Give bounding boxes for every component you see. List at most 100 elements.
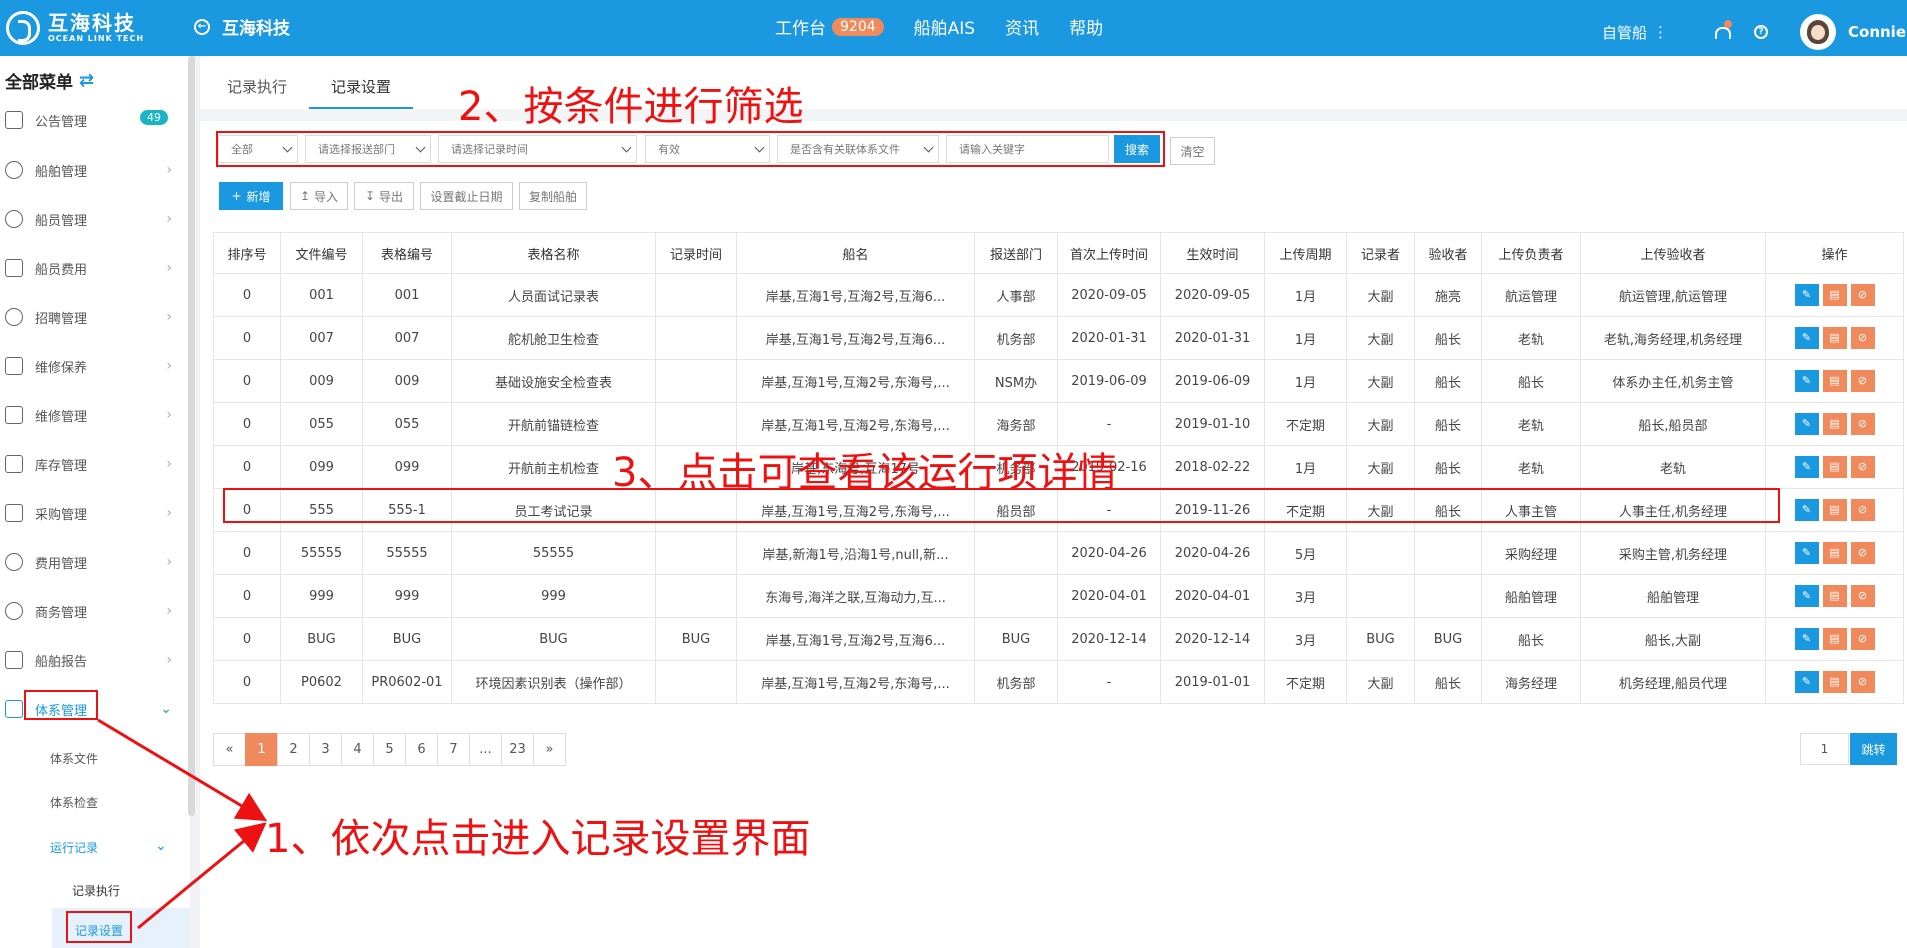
sidebar-item-expense[interactable]: 费用管理 › xyxy=(0,542,180,582)
sidebar-sub-exec[interactable]: 记录执行 xyxy=(72,882,120,899)
table-row[interactable]: 0 BUG BUG BUG BUG 岸基,互海1号,互海2号,互海6... BUG 2020-… xyxy=(213,617,1904,661)
col-header[interactable]: 上传周期 xyxy=(1264,232,1347,274)
page-2[interactable]: 2 xyxy=(277,733,310,766)
page-23[interactable]: 23 xyxy=(501,733,534,766)
tab-record-setting[interactable]: 记录设置 xyxy=(309,70,414,109)
sidebar-item-business[interactable]: 商务管理 › xyxy=(0,591,180,631)
edit-icon[interactable]: ✎ xyxy=(1794,456,1819,478)
ban-icon[interactable]: ⊘ xyxy=(1850,542,1875,564)
nav-workbench[interactable]: 工作台 9204 xyxy=(775,14,884,39)
col-header[interactable]: 上传验收者 xyxy=(1580,232,1766,274)
copy-ship-button[interactable]: 复制船舶 xyxy=(519,182,587,210)
trash-icon[interactable]: ▤ xyxy=(1822,327,1847,349)
sidebar-scrollbar[interactable] xyxy=(188,56,195,816)
ban-icon[interactable]: ⊘ xyxy=(1850,456,1875,478)
trash-icon[interactable]: ▤ xyxy=(1822,542,1847,564)
nav-help[interactable]: 帮助 xyxy=(1069,14,1103,39)
sidebar-sub-check[interactable]: 体系检查 xyxy=(50,794,98,811)
sidebar-item-crew-cost[interactable]: 船员费用 › xyxy=(0,248,180,288)
ban-icon[interactable]: ⊘ xyxy=(1850,499,1875,521)
tab-record-exec[interactable]: 记录执行 xyxy=(205,70,309,109)
add-button[interactable]: + 新增 xyxy=(219,182,283,210)
edit-icon[interactable]: ✎ xyxy=(1794,585,1819,607)
page-prev[interactable]: « xyxy=(213,733,246,766)
page-3[interactable]: 3 xyxy=(309,733,342,766)
ban-icon[interactable]: ⊘ xyxy=(1850,585,1875,607)
table-row[interactable]: 0 001 001 人员面试记录表 岸基,互海1号,互海2号,互海6... 人事部 2020… xyxy=(213,273,1904,317)
col-header[interactable]: 首次上传时间 xyxy=(1057,232,1161,274)
table-row[interactable]: 0 55555 55555 55555 岸基,新海1号,沿海1号,null,新... 20… xyxy=(213,531,1904,575)
edit-icon[interactable]: ✎ xyxy=(1794,542,1819,564)
trash-icon[interactable]: ▤ xyxy=(1822,413,1847,435)
col-header[interactable]: 排序号 xyxy=(213,232,281,274)
mode-switch[interactable]: 自管船 xyxy=(1602,22,1647,43)
edit-icon[interactable]: ✎ xyxy=(1794,628,1819,650)
edit-icon[interactable]: ✎ xyxy=(1794,413,1819,435)
more-vertical-icon[interactable]: ⋮ xyxy=(1653,23,1668,41)
table-row[interactable]: 0 007 007 舵机舱卫生检查 岸基,互海1号,互海2号,互海6... 机务部 2020… xyxy=(213,316,1904,360)
page-7[interactable]: 7 xyxy=(437,733,470,766)
sidebar-item-maintenance[interactable]: 维修保养 › xyxy=(0,346,180,386)
trash-icon[interactable]: ▤ xyxy=(1822,671,1847,693)
clear-button[interactable]: 清空 xyxy=(1170,137,1215,165)
edit-icon[interactable]: ✎ xyxy=(1794,370,1819,392)
col-header[interactable]: 上传负责者 xyxy=(1481,232,1581,274)
table-row[interactable]: 0 999 999 999 东海号,海洋之联,互海动力,互... 2020-04-01 20… xyxy=(213,574,1904,618)
col-header[interactable]: 验收者 xyxy=(1414,232,1482,274)
col-header[interactable]: 生效时间 xyxy=(1160,232,1265,274)
sidebar-item-recruit[interactable]: 招聘管理 › xyxy=(0,297,180,337)
sidebar-item-purchase[interactable]: 采购管理 › xyxy=(0,493,180,533)
col-header[interactable]: 记录者 xyxy=(1346,232,1415,274)
table-row[interactable]: 0 009 009 基础设施安全检查表 岸基,互海1号,互海2号,东海号,... NSM办… xyxy=(213,359,1904,403)
col-header[interactable]: 表格名称 xyxy=(451,232,656,274)
sidebar-item-inventory[interactable]: 库存管理 › xyxy=(0,444,180,484)
sidebar-sub-file[interactable]: 体系文件 xyxy=(50,750,98,767)
ban-icon[interactable]: ⊘ xyxy=(1850,327,1875,349)
page-5[interactable]: 5 xyxy=(373,733,406,766)
col-header[interactable]: 记录时间 xyxy=(655,232,737,274)
nav-news[interactable]: 资讯 xyxy=(1005,14,1039,39)
nav-ais[interactable]: 船舶AIS xyxy=(914,14,975,39)
table-row[interactable]: 0 P0602 PR0602-01 环境因素识别表（操作部） 岸基,互海1号,互海2号,… xyxy=(213,660,1904,704)
page-jump-button[interactable]: 跳转 xyxy=(1850,733,1897,765)
edit-icon[interactable]: ✎ xyxy=(1794,671,1819,693)
bell-icon[interactable] xyxy=(1714,20,1733,39)
sidebar-item-report[interactable]: 船舶报告 › xyxy=(0,640,180,680)
sidebar-sub-run[interactable]: 运行记录 xyxy=(50,839,98,856)
trash-icon[interactable]: ▤ xyxy=(1822,284,1847,306)
sidebar-item-crew[interactable]: 船员管理 › xyxy=(0,199,180,239)
import-button[interactable]: ↥ 导入 xyxy=(290,182,348,210)
username[interactable]: Connie xyxy=(1848,23,1906,41)
trash-icon[interactable]: ▤ xyxy=(1822,370,1847,392)
page-6[interactable]: 6 xyxy=(405,733,438,766)
ban-icon[interactable]: ⊘ xyxy=(1850,628,1875,650)
edit-icon[interactable]: ✎ xyxy=(1794,327,1819,349)
ban-icon[interactable]: ⊘ xyxy=(1850,284,1875,306)
sidebar-item-ship[interactable]: 船舶管理 › xyxy=(0,150,180,190)
page-next[interactable]: » xyxy=(533,733,566,766)
sidebar-item-notice[interactable]: 公告管理 49 xyxy=(0,100,180,140)
ban-icon[interactable]: ⊘ xyxy=(1850,370,1875,392)
set-deadline-button[interactable]: 设置截止日期 xyxy=(420,182,513,210)
page-jump-input[interactable]: 1 xyxy=(1800,733,1849,765)
edit-icon[interactable]: ✎ xyxy=(1794,499,1819,521)
sidebar-item-repair[interactable]: 维修管理 › xyxy=(0,395,180,435)
col-header[interactable]: 表格编号 xyxy=(362,232,452,274)
help-icon[interactable]: ? xyxy=(1754,25,1769,39)
edit-icon[interactable]: ✎ xyxy=(1794,284,1819,306)
trash-icon[interactable]: ▤ xyxy=(1822,456,1847,478)
avatar[interactable] xyxy=(1800,14,1837,50)
export-button[interactable]: ↧ 导出 xyxy=(354,182,414,210)
brand-logo[interactable]: 互海科技 OCEAN LINK TECH xyxy=(6,8,144,48)
trash-icon[interactable]: ▤ xyxy=(1822,499,1847,521)
page-4[interactable]: 4 xyxy=(341,733,374,766)
ban-icon[interactable]: ⊘ xyxy=(1850,413,1875,435)
ban-icon[interactable]: ⊘ xyxy=(1850,671,1875,693)
col-header[interactable]: 文件编号 xyxy=(280,232,363,274)
trash-icon[interactable]: ▤ xyxy=(1822,628,1847,650)
back-link[interactable]: ← 互海科技 xyxy=(194,14,290,39)
swap-icon[interactable]: ⇄ xyxy=(79,70,94,91)
col-header[interactable]: 船名 xyxy=(736,232,975,274)
col-header[interactable]: 报送部门 xyxy=(974,232,1058,274)
page-1[interactable]: 1 xyxy=(245,733,278,766)
